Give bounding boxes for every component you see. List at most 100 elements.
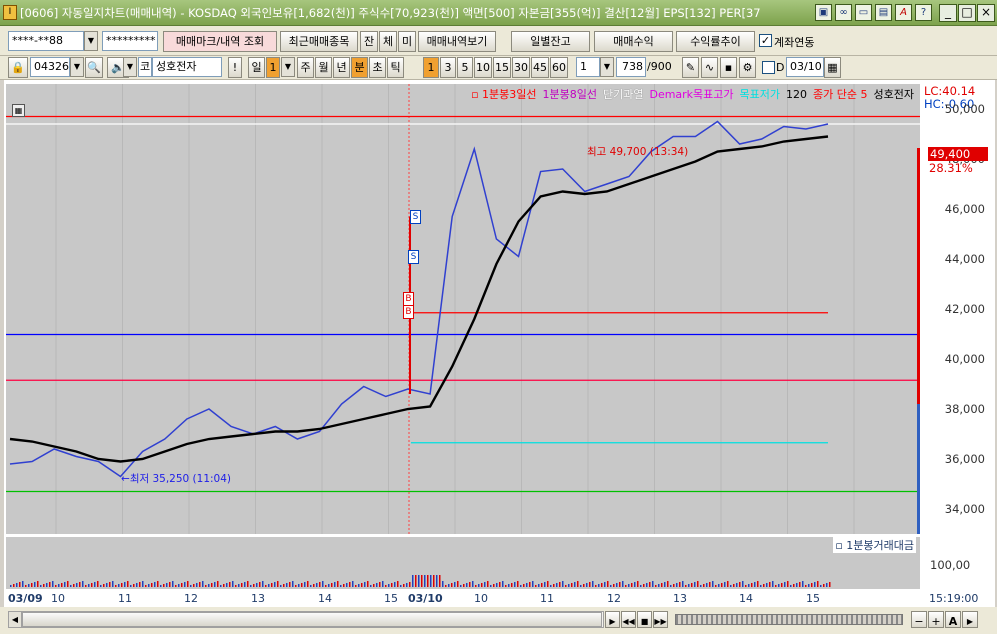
volume-bar — [607, 581, 609, 587]
stock-code-dropdown[interactable]: ▼ — [70, 57, 84, 77]
volume-bar — [346, 583, 348, 587]
monitor-icon[interactable]: ▭ — [855, 4, 872, 21]
volume-bar — [814, 582, 816, 587]
gear-icon[interactable]: ⚙ — [739, 57, 756, 78]
chart-tools-icon[interactable]: ∿ — [701, 57, 718, 78]
title-bar: I [0606] 자동일지차트(매매내역) - KOSDAQ 외국인보유[1,6… — [0, 0, 997, 26]
count-field[interactable]: 1 — [576, 57, 600, 77]
lock-icon[interactable]: 🔒 — [8, 57, 28, 78]
minute-button-10[interactable]: 10 — [474, 57, 492, 78]
account-link-checkbox[interactable]: ✓ — [759, 34, 772, 47]
volume-chart[interactable]: ▫ 1분봉거래대금 — [6, 537, 920, 589]
link-icon[interactable]: ∞ — [835, 4, 852, 21]
daily-balance-button[interactable]: 일별잔고 — [511, 31, 590, 52]
help-icon[interactable]: ? — [915, 4, 932, 21]
volume-bar — [472, 581, 474, 587]
mark-history-button[interactable]: 매매마크/내역 조회 — [163, 31, 277, 52]
minute-button-5[interactable]: 5 — [457, 57, 473, 78]
volume-bar — [283, 584, 285, 587]
volume-bar — [784, 582, 786, 587]
scroll-right-icon[interactable]: ▶ — [605, 611, 620, 628]
period-button-6[interactable]: 초 — [369, 57, 386, 78]
period-button-3[interactable]: 월 — [315, 57, 332, 78]
speaker-dropdown[interactable]: ▼ — [123, 57, 137, 77]
data-count-field[interactable]: 738 — [616, 57, 646, 77]
period-button-4[interactable]: 년 — [333, 57, 350, 78]
zoom-in-icon[interactable]: + — [928, 611, 944, 628]
day-dropdown[interactable]: ▼ — [281, 57, 295, 77]
day-value-field[interactable]: 1 — [266, 57, 280, 78]
volume-bar — [700, 585, 702, 587]
volume-bar — [127, 581, 129, 587]
price-chart[interactable]: ▦ ▫ 1분봉3일선 1분봉8일선 단기과열 Demark목표고가 목표저가 120 종가 … — [6, 84, 920, 534]
volume-bar — [355, 585, 357, 587]
settings-icon[interactable]: ✎ — [682, 57, 699, 78]
zoom-slider[interactable] — [675, 614, 903, 625]
volume-bar — [181, 583, 183, 587]
volume-bar — [688, 584, 690, 587]
volume-bar — [34, 582, 36, 587]
x-tick-label: 13 — [251, 592, 265, 605]
auto-scale-icon[interactable]: A — [945, 611, 961, 628]
close-button[interactable]: × — [977, 4, 995, 22]
minute-button-45[interactable]: 45 — [531, 57, 549, 78]
password-field[interactable]: ********* — [102, 31, 158, 51]
minute-button-60[interactable]: 60 — [550, 57, 568, 78]
trade-history-button[interactable]: 매매내역보기 — [418, 31, 496, 52]
volume-bar — [694, 582, 696, 587]
account-field[interactable]: ****-**88 — [8, 31, 84, 51]
balance-button[interactable]: 잔 — [360, 31, 378, 52]
filled-button[interactable]: 체 — [379, 31, 397, 52]
volume-bar — [214, 582, 216, 587]
minute-button-15[interactable]: 15 — [493, 57, 511, 78]
volume-bar — [820, 585, 822, 587]
period-button-7[interactable]: 틱 — [387, 57, 404, 78]
count-dropdown[interactable]: ▼ — [600, 57, 614, 77]
market-field[interactable]: 코 — [138, 57, 152, 77]
font-icon[interactable]: A — [895, 4, 912, 21]
maximize-button[interactable]: □ — [958, 4, 976, 22]
minute-button-30[interactable]: 30 — [512, 57, 530, 78]
stop-icon[interactable]: ■ — [637, 611, 652, 628]
account-dropdown[interactable]: ▼ — [84, 31, 98, 51]
period-button-2[interactable]: 주 — [297, 57, 314, 78]
screen-icon[interactable]: ▣ — [815, 4, 832, 21]
scroll-left-icon[interactable]: ◀ — [8, 611, 22, 628]
stock-name-field[interactable]: 성호전자 — [152, 57, 222, 77]
date-field[interactable]: 03/10 — [786, 57, 824, 77]
volume-bar — [514, 582, 516, 587]
volume-bar — [826, 583, 828, 587]
minute-button-3[interactable]: 3 — [440, 57, 456, 78]
yield-trend-button[interactable]: 수익률추이 — [676, 31, 755, 52]
calendar-icon[interactable]: ▦ — [824, 57, 841, 78]
zoom-out-icon[interactable]: − — [911, 611, 927, 628]
trade-profit-button[interactable]: 매매수익 — [594, 31, 673, 52]
scroll-end-icon[interactable]: ▶ — [962, 611, 978, 628]
rewind-icon[interactable]: ◀◀ — [621, 611, 636, 628]
forward-icon[interactable]: ▶▶ — [653, 611, 668, 628]
stock-code-field[interactable]: 043260 — [30, 57, 70, 77]
minimize-button[interactable]: _ — [939, 4, 957, 22]
minute-button-1[interactable]: 1 — [423, 57, 439, 78]
volume-bar — [232, 581, 234, 587]
alert-button[interactable]: ! — [228, 57, 242, 78]
volume-bar — [211, 583, 213, 587]
period-button-5[interactable]: 분 — [351, 57, 368, 78]
volume-bar — [730, 585, 732, 587]
time-label: 15:19:00 — [929, 592, 979, 605]
volume-bar — [91, 583, 93, 587]
scroll-thumb[interactable] — [22, 612, 602, 627]
recent-trades-button[interactable]: 최근매매종목 — [280, 31, 358, 52]
volume-bar — [817, 581, 819, 587]
volume-bar — [433, 575, 435, 587]
window-icon[interactable]: ▤ — [875, 4, 892, 21]
volume-bar — [745, 585, 747, 587]
period-button-1[interactable]: 일 — [248, 57, 265, 78]
volume-bar — [286, 583, 288, 587]
unfilled-button[interactable]: 미 — [398, 31, 416, 52]
date-checkbox[interactable] — [762, 61, 775, 74]
search-icon[interactable]: 🔍 — [85, 57, 103, 78]
save-icon[interactable]: ▪ — [720, 57, 737, 78]
grid-toggle-icon[interactable]: ▦ — [12, 104, 25, 117]
volume-bar — [10, 585, 12, 587]
